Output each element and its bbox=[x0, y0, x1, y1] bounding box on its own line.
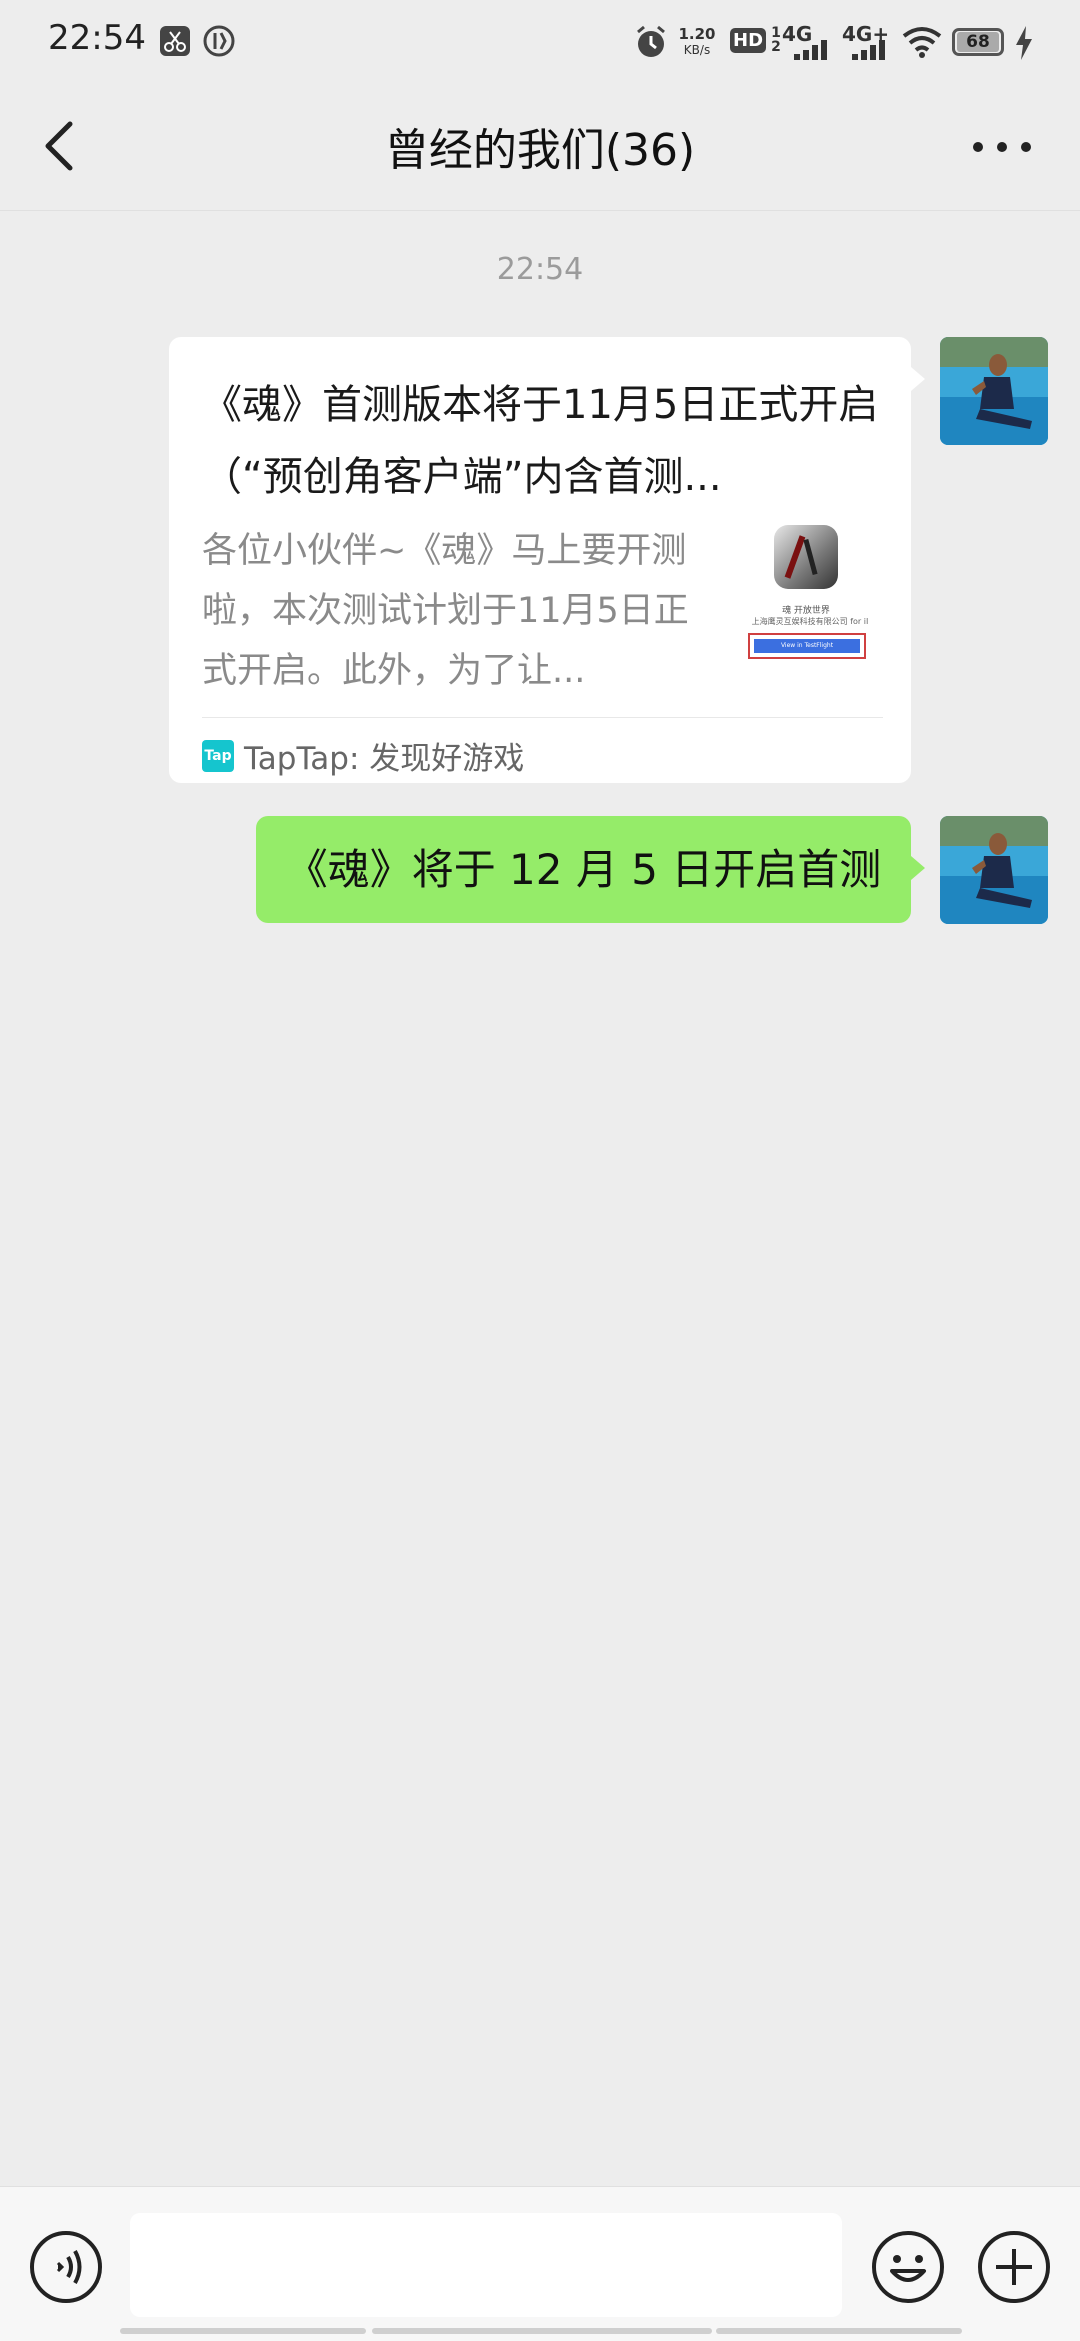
vpn-icon bbox=[203, 25, 235, 57]
nav-gesture-bar bbox=[372, 2328, 712, 2334]
link-card-thumbnail: 魂 开放世界 上海鹰灵互娱科技有限公司 for iI View in TestF… bbox=[736, 523, 876, 663]
thumbnail-caption: 魂 开放世界 bbox=[782, 606, 830, 616]
battery-icon: 68 bbox=[952, 28, 1004, 56]
more-dots-icon[interactable] bbox=[962, 122, 1042, 172]
emoji-icon[interactable] bbox=[870, 2229, 946, 2305]
net-speed: 1.20 KB/s bbox=[678, 25, 716, 57]
signal-icon bbox=[852, 40, 885, 60]
game-logo bbox=[774, 525, 838, 589]
charging-icon bbox=[1016, 26, 1032, 60]
message-timestamp: 22:54 bbox=[496, 252, 584, 287]
message-input[interactable] bbox=[130, 2213, 842, 2317]
chat-input-bar bbox=[0, 2186, 1080, 2341]
status-time: 22:54 bbox=[48, 18, 146, 58]
plus-circle-icon[interactable] bbox=[976, 2229, 1052, 2305]
nav-gesture-bar bbox=[716, 2328, 962, 2334]
scissors-app-icon bbox=[160, 26, 190, 56]
card-divider bbox=[202, 717, 883, 718]
sent-text-message[interactable]: 《魂》将于 12 月 5 日开启首测 bbox=[256, 816, 925, 923]
hd-volte-indicator: HD 1 2 bbox=[730, 26, 781, 54]
alarm-icon bbox=[637, 25, 665, 57]
link-card-source-text: TapTap: 发现好游戏 bbox=[244, 741, 525, 777]
nav-gesture-bar bbox=[120, 2328, 366, 2334]
link-card-source: Tap TapTap: 发现好游戏 bbox=[202, 733, 524, 777]
link-card-message[interactable]: 《魂》首测版本将于11月5日正式开启（“预创角客户端”内含首测... 各位小伙伴… bbox=[169, 337, 925, 783]
avatar[interactable] bbox=[940, 337, 1048, 445]
link-card-title: 《魂》首测版本将于11月5日正式开启（“预创角客户端”内含首测... bbox=[202, 382, 879, 500]
thumbnail-company: 上海鹰灵互娱科技有限公司 for iI bbox=[751, 617, 869, 626]
status-bar: 22:54 1.20 KB/s HD 1 2 4G 4G+ 68 bbox=[0, 0, 1080, 84]
avatar[interactable] bbox=[940, 816, 1048, 924]
taptap-logo-icon: Tap bbox=[202, 739, 234, 772]
voice-icon[interactable] bbox=[28, 2229, 104, 2305]
wifi-icon bbox=[902, 27, 942, 58]
chat-header: 曾经的我们(36) bbox=[0, 84, 1080, 211]
testflight-button: View in TestFlight bbox=[754, 639, 860, 653]
chat-title: 曾经的我们(36) bbox=[384, 125, 696, 176]
link-card-description: 各位小伙伴~《魂》马上要开测啦，本次测试计划于11月5日正式开启。此外，为了让.… bbox=[202, 531, 689, 691]
signal-icon bbox=[794, 40, 827, 60]
testflight-highlight: View in TestFlight bbox=[748, 633, 866, 659]
